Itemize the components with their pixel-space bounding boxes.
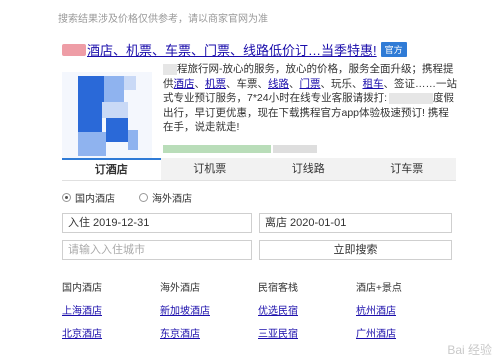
link-route[interactable]: 线路 [268,78,289,90]
link-hangzhou-hotel[interactable]: 杭州酒店 [356,302,454,317]
quick-links-header: 国内酒店 海外酒店 民宿客栈 酒店+景点 [62,275,456,298]
link-flight[interactable]: 机票 [205,78,226,90]
link-singapore-hotel[interactable]: 新加坡酒店 [160,302,258,317]
tab-flight[interactable]: 订机票 [161,158,260,180]
checkin-date-field[interactable]: 入住 2019-12-31 [62,213,252,233]
result-title-row: 酒店、机票、车票、门票、线路低价订…当季特惠! 官方 [62,40,407,58]
category-overseas[interactable]: 海外酒店 [160,279,258,294]
logo-block [106,118,128,142]
tab-route[interactable]: 订线路 [259,158,358,180]
result-url-row[interactable] [163,140,317,153]
blurred-brand [163,63,177,75]
logo-block [128,130,138,150]
official-badge[interactable]: 官方 [380,42,407,57]
radio-domestic-label[interactable]: 国内酒店 [75,194,115,205]
link-guangzhou-hotel[interactable]: 广州酒店 [356,325,454,340]
logo-block [102,102,128,118]
city-input[interactable] [62,240,252,260]
hotel-quick-links: 国内酒店 海外酒店 民宿客栈 酒店+景点 上海酒店 新加坡酒店 优选民宿 杭州酒… [62,275,456,344]
logo-block [78,132,106,156]
radio-domestic[interactable] [62,193,71,202]
checkout-date-field[interactable]: 离店 2020-01-01 [259,213,452,233]
link-tokyo-hotel[interactable]: 东京酒店 [160,325,258,340]
search-button[interactable]: 立即搜索 [259,240,452,260]
link-hotel[interactable]: 酒店 [174,78,195,90]
booking-tabs: 订酒店 订机票 订线路 订车票 [62,158,456,181]
result-logo-image[interactable] [62,72,152,162]
radio-overseas-label[interactable]: 海外酒店 [152,194,192,205]
link-car-rental[interactable]: 租车 [363,78,384,90]
hotel-type-radio-group: 国内酒店 海外酒店 [62,190,216,205]
tab-hotel[interactable]: 订酒店 [62,158,161,180]
watermark: Bai 经验 [447,343,492,357]
result-title-link[interactable]: 酒店、机票、车票、门票、线路低价订…当季特惠! [87,43,377,58]
link-shanghai-hotel[interactable]: 上海酒店 [62,302,160,317]
quick-links-row: 北京酒店 东京酒店 三亚民宿 广州酒店 [62,321,456,344]
link-beijing-hotel[interactable]: 北京酒店 [62,325,160,340]
blurred-phone [389,92,434,104]
result-description: 程旅行网-放心的服务，放心的价格，服务全面升级；携程提供酒店、机票、车票、线路、… [163,63,457,133]
category-domestic[interactable]: 国内酒店 [62,279,160,294]
category-homestay[interactable]: 民宿客栈 [258,279,356,294]
blurred-url [273,144,317,153]
tab-train[interactable]: 订车票 [358,158,457,180]
category-hotel-attraction[interactable]: 酒店+景点 [356,279,454,294]
link-sanya-homestay[interactable]: 三亚民宿 [258,325,356,340]
logo-block [104,76,124,102]
blurred-url [163,144,271,153]
link-ticket[interactable]: 门票 [300,78,321,90]
radio-overseas[interactable] [139,193,148,202]
search-disclaimer: 搜索结果涉及价格仅供参考，请以商家官网为准 [58,14,268,25]
link-featured-homestay[interactable]: 优选民宿 [258,302,356,317]
logo-block [78,102,102,132]
blurred-brand [62,43,86,56]
quick-links-row: 上海酒店 新加坡酒店 优选民宿 杭州酒店 [62,298,456,321]
logo-block [124,76,136,90]
logo-block [78,76,104,102]
